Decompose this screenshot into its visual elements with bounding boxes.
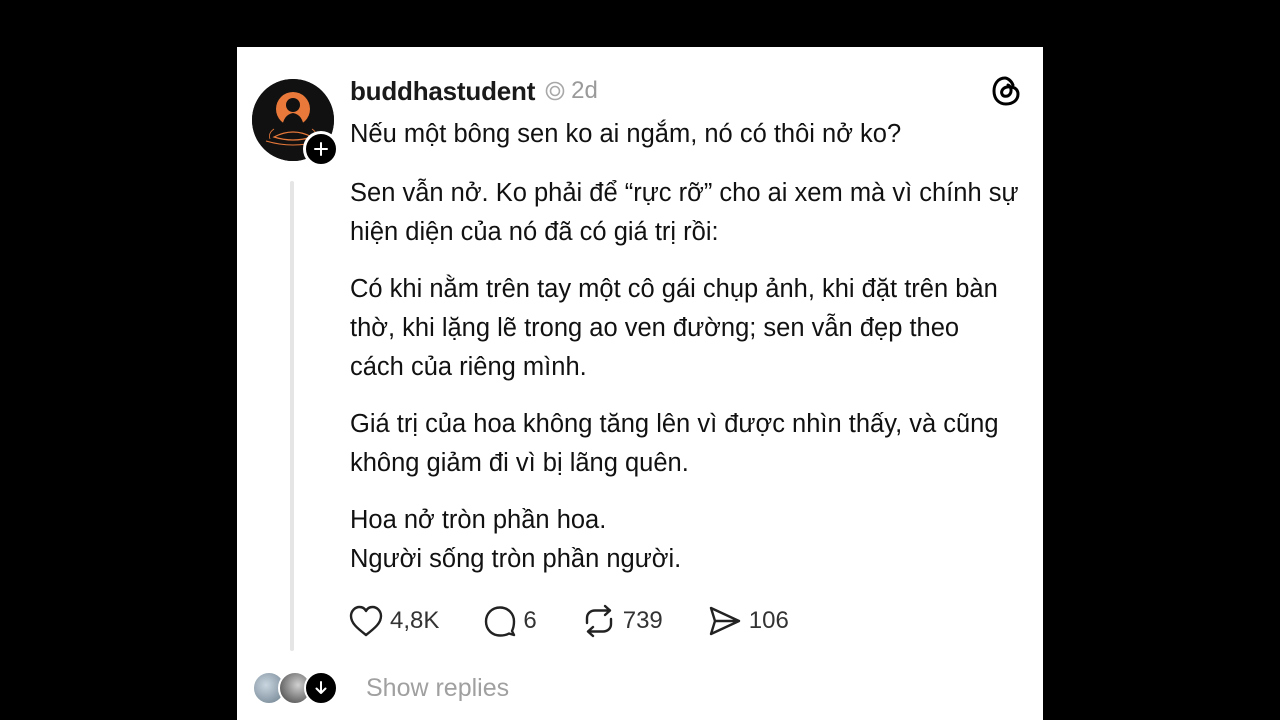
post-paragraph: Nếu một bông sen ko ai ngắm, nó có thôi … — [350, 120, 902, 148]
post-content: Nếu một bông sen ko ai ngắm, nó có thôi … — [350, 115, 1020, 579]
like-button[interactable]: 4,8K — [348, 604, 439, 638]
repost-count: 739 — [622, 607, 663, 634]
plus-icon — [314, 142, 328, 156]
circle-badge-icon — [545, 81, 565, 101]
repost-icon — [585, 604, 612, 638]
replies-row[interactable]: Show replies — [252, 670, 509, 706]
post-line: Hoa nở tròn phần hoa. — [350, 506, 607, 534]
expand-replies-button[interactable] — [304, 671, 338, 705]
thread-line — [290, 181, 294, 651]
comment-bubble-icon — [485, 606, 516, 637]
threads-logo-icon[interactable] — [991, 75, 1021, 112]
send-icon — [709, 606, 740, 636]
post-paragraph: Sen vẫn nở. Ko phải để “rực rỡ” cho ai x… — [350, 179, 1019, 246]
post-paragraph: Giá trị của hoa không tăng lên vì được n… — [350, 410, 999, 477]
username[interactable]: buddhastudent — [350, 76, 535, 107]
post-header: buddhastudent 2d — [350, 73, 598, 109]
post-line: Người sống tròn phần người. — [350, 545, 682, 573]
share-count: 106 — [748, 607, 789, 634]
repost-button[interactable]: 739 — [581, 604, 663, 638]
comment-button[interactable]: 6 — [483, 604, 537, 638]
post-paragraph: Có khi nằm trên tay một cô gái chụp ảnh,… — [350, 275, 998, 381]
like-count: 4,8K — [390, 607, 440, 634]
comment-count: 6 — [523, 607, 537, 634]
post-closing: Hoa nở tròn phần hoa. Người sống tròn ph… — [350, 501, 1020, 579]
post-card: buddhastudent 2d Nếu một bông sen ko ai … — [237, 47, 1043, 720]
show-replies-link[interactable]: Show replies — [366, 674, 509, 703]
action-bar: 4,8K 6 739 106 — [348, 603, 833, 639]
heart-icon — [349, 605, 383, 637]
follow-button[interactable] — [303, 131, 339, 167]
post-time: 2d — [571, 77, 598, 104]
share-button[interactable]: 106 — [707, 604, 789, 638]
arrow-down-icon — [315, 681, 327, 694]
